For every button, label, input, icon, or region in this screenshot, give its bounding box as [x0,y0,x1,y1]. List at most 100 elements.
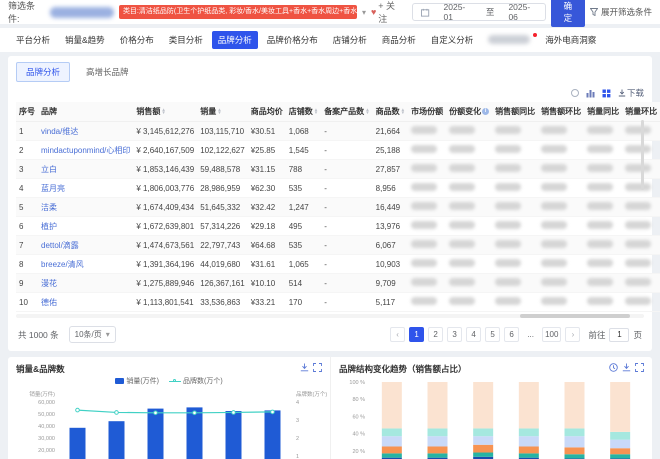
cell-redacted [408,217,446,236]
column-header-销量同比: 销量同比 [584,102,622,122]
download-button[interactable]: 下载 [618,87,644,99]
page-button-6[interactable]: 6 [504,327,519,342]
cell-redacted [538,217,584,236]
brand-link[interactable]: breeze/清风 [41,260,84,269]
brand-link[interactable]: 德佑 [41,298,57,307]
cell-rank: 5 [16,198,38,217]
column-header-备案产品数[interactable]: 备案产品数▲▼ [321,102,372,122]
date-start[interactable]: 2025-01 [444,2,472,22]
vertical-scrollbar[interactable] [641,120,644,190]
page-button-5[interactable]: 5 [485,327,500,342]
history-clock-icon[interactable] [609,363,618,372]
tab-平台分析[interactable]: 平台分析 [10,31,56,49]
table-row: 10德佑¥ 1,113,801,54133,536,863¥33.21170-5… [16,293,660,312]
tab-redacted[interactable] [482,32,536,49]
page-button-1[interactable]: 1 [409,327,424,342]
column-header-销量[interactable]: 销量▲▼ [197,102,248,122]
sort-icon[interactable]: ▲▼ [401,109,405,114]
cell-redacted [584,179,622,198]
brand-link[interactable]: vinda/维达 [41,127,78,136]
brand-link[interactable]: 洁柔 [41,203,57,212]
tab-商品分析[interactable]: 商品分析 [376,31,422,49]
fullscreen-icon[interactable] [635,363,644,372]
column-header-销售额[interactable]: 销售额▲▼ [133,102,197,122]
svg-text:4: 4 [296,400,299,406]
sort-icon[interactable]: ▲▼ [217,109,221,114]
redacted-value [449,202,475,210]
legend-item-品牌数(万个)[interactable]: 品牌数(万个) [169,376,223,386]
tab-销量&趋势[interactable]: 销量&趋势 [59,31,111,49]
tab-价格分布[interactable]: 价格分布 [114,31,160,49]
cell-redacted [584,217,622,236]
legend-item-销量(万件)[interactable]: 销量(万件) [115,376,159,386]
category-filter-badge: 类目:清洁纸品防(卫生个护纸品类, 彩妆/香水/美妆工具+香水+香水周边+香水,… [119,5,357,18]
cell-sales: ¥ 3,145,612,276 [133,122,197,141]
download-arrow-icon [618,89,626,97]
cell-registered: - [321,141,372,160]
main-tab-bar: 平台分析销量&趋势价格分布类目分析品牌分析品牌价格分布店铺分析商品分析自定义分析… [0,28,660,52]
fullscreen-icon[interactable] [313,363,322,372]
cell-volume: 51,645,332 [197,198,248,217]
cell-redacted [584,122,622,141]
next-page-button[interactable]: › [565,327,580,342]
cell-redacted [492,217,538,236]
expand-filters-button[interactable]: 展开筛选条件 [590,6,652,18]
cell-brand: vinda/维达 [38,122,133,141]
cell-registered: - [321,198,372,217]
brand-link[interactable]: mindactuponmind/心相印 [41,146,130,155]
svg-text:50,000: 50,000 [38,412,55,418]
cell-redacted [538,255,584,274]
sort-icon[interactable]: ▲▼ [365,109,369,114]
confirm-button[interactable]: 确定 [551,0,585,27]
subtab-高增长品牌[interactable]: 高增长品牌 [76,62,139,82]
brand-link[interactable]: 植护 [41,222,57,231]
redacted-value [411,145,437,153]
scrollbar-thumb[interactable] [520,314,630,318]
sort-icon[interactable]: ▲▼ [161,109,165,114]
cell-redacted [446,179,492,198]
info-icon[interactable]: i [482,108,489,115]
cell-products: 27,857 [373,160,408,179]
tab-店铺分析[interactable]: 店铺分析 [327,31,373,49]
chart-download-icon[interactable] [622,363,631,372]
tab-自定义分析[interactable]: 自定义分析 [425,31,480,49]
column-header-序号: 序号 [16,102,38,122]
date-range-picker[interactable]: 2025-01 至 2025-06 [412,3,546,21]
table-view-icon[interactable] [602,89,611,98]
redacted-value [411,221,437,229]
page-button-3[interactable]: 3 [447,327,462,342]
chevron-down-icon[interactable]: ▾ [362,8,366,17]
prev-page-button[interactable]: ‹ [390,327,405,342]
chart-download-icon[interactable] [300,363,309,372]
chart-view-icon[interactable] [586,89,595,98]
sort-icon[interactable]: ▲▼ [314,109,318,114]
brand-link[interactable]: 蓝月亮 [41,184,65,193]
column-header-商品数[interactable]: 商品数▲▼ [373,102,408,122]
brand-link[interactable]: dettol/滴露 [41,241,79,250]
page-size-select[interactable]: 10条/页 ▾ [69,326,116,343]
cell-stores: 1,545 [286,141,321,160]
cell-rank: 9 [16,274,38,293]
page-ellipsis: ... [523,327,538,342]
tab-类目分析[interactable]: 类目分析 [163,31,209,49]
page-button-4[interactable]: 4 [466,327,481,342]
tab-海外电商洞察[interactable]: 海外电商洞察 [539,31,602,49]
horizontal-scrollbar[interactable] [16,314,644,318]
tab-品牌分析[interactable]: 品牌分析 [212,31,258,49]
follow-button[interactable]: ♥ + 关注 [371,0,402,25]
tab-品牌价格分布[interactable]: 品牌价格分布 [261,31,324,49]
jump-page-input[interactable] [609,328,629,342]
page-button-2[interactable]: 2 [428,327,443,342]
cell-redacted [622,293,660,312]
brand-link[interactable]: 漫花 [41,279,57,288]
redacted-value [541,145,567,153]
redacted-value [411,240,437,248]
indicator-circle-icon[interactable] [571,89,579,97]
date-end[interactable]: 2025-06 [508,2,536,22]
brand-link[interactable]: 立白 [41,165,57,174]
subtab-品牌分析[interactable]: 品牌分析 [16,62,70,82]
page-button-100[interactable]: 100 [542,327,561,342]
column-header-店铺数[interactable]: 店铺数▲▼ [286,102,321,122]
cell-redacted [492,236,538,255]
table-toolbar: 下载 [16,87,644,99]
